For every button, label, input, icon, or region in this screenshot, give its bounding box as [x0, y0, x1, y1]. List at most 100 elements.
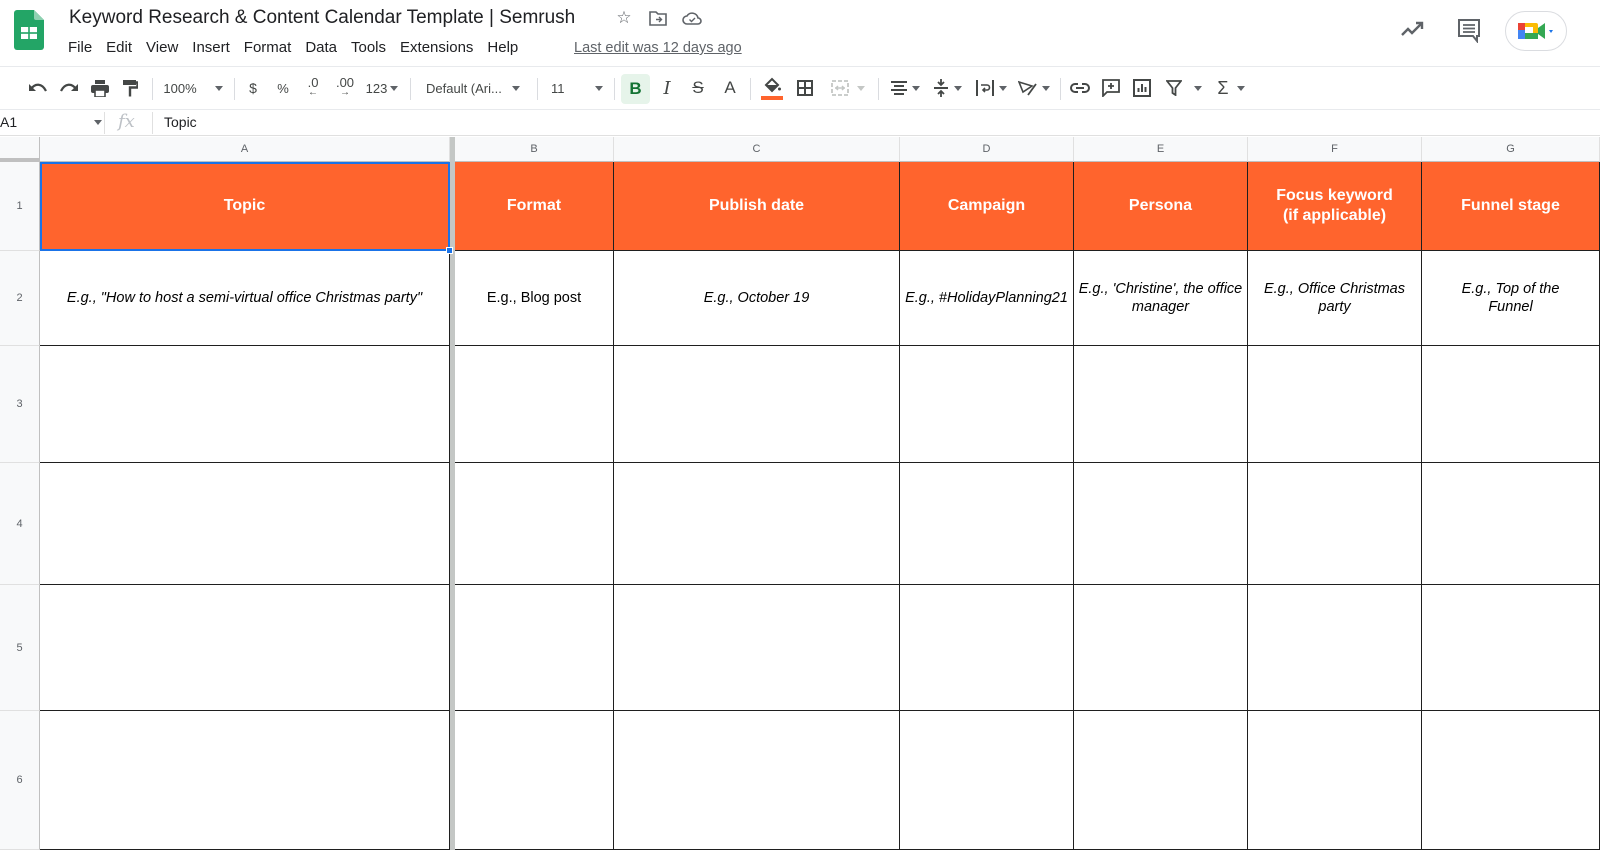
cell-d3[interactable] — [900, 346, 1074, 463]
cell-d5[interactable] — [900, 585, 1074, 711]
cell-d2-example[interactable]: E.g., #HolidayPlanning21 — [900, 251, 1074, 346]
cell-a2-example[interactable]: E.g., "How to host a semi-virtual office… — [40, 251, 450, 346]
chevron-down-icon[interactable] — [94, 120, 102, 125]
google-sheets-logo-icon[interactable] — [14, 10, 44, 50]
comments-icon[interactable] — [1456, 17, 1482, 43]
cell-e2-example[interactable]: E.g., 'Christine', the office manager — [1074, 251, 1248, 346]
cell-e5[interactable] — [1074, 585, 1248, 711]
cell-f6[interactable] — [1248, 711, 1422, 850]
cell-e3[interactable] — [1074, 346, 1248, 463]
print-button[interactable] — [88, 67, 112, 109]
fill-handle[interactable] — [446, 247, 453, 254]
cell-d1-campaign-header[interactable]: Campaign — [900, 162, 1074, 251]
cell-c3[interactable] — [614, 346, 900, 463]
fill-color-button[interactable] — [760, 67, 784, 109]
row-header-1[interactable]: 1 — [0, 162, 40, 251]
cell-g6[interactable] — [1422, 711, 1600, 850]
column-header-g[interactable]: G — [1422, 137, 1600, 162]
last-edit-link[interactable]: Last edit was 12 days ago — [574, 40, 742, 56]
row-header-4[interactable]: 4 — [0, 463, 40, 585]
cell-a1-topic-header[interactable]: Topic — [40, 162, 450, 251]
italic-button[interactable]: I — [656, 67, 678, 109]
cell-c4[interactable] — [614, 463, 900, 585]
cell-c6[interactable] — [614, 711, 900, 850]
column-header-b[interactable]: B — [455, 137, 614, 162]
menu-tools[interactable]: Tools — [351, 39, 394, 56]
cell-d6[interactable] — [900, 711, 1074, 850]
menu-file[interactable]: File — [68, 39, 100, 56]
percent-format-button[interactable]: % — [273, 67, 293, 109]
decrease-decimal-button[interactable]: .0 ← — [301, 67, 325, 109]
menu-edit[interactable]: Edit — [106, 39, 140, 56]
menu-format[interactable]: Format — [244, 39, 300, 56]
menu-insert[interactable]: Insert — [192, 39, 238, 56]
cell-c5[interactable] — [614, 585, 900, 711]
zoom-select[interactable]: 100% — [160, 67, 226, 109]
cell-c1-publish-date-header[interactable]: Publish date — [614, 162, 900, 251]
menu-data[interactable]: Data — [305, 39, 345, 56]
cell-b4[interactable] — [455, 463, 614, 585]
horizontal-align-button[interactable] — [886, 67, 924, 109]
column-header-a[interactable]: A — [40, 137, 450, 162]
font-family-select[interactable]: Default (Ari... — [420, 67, 530, 109]
cell-a4[interactable] — [40, 463, 450, 585]
merge-cells-button[interactable] — [826, 67, 870, 109]
text-wrapping-button[interactable] — [972, 67, 1010, 109]
cell-e4[interactable] — [1074, 463, 1248, 585]
insert-link-button[interactable] — [1068, 67, 1092, 109]
row-header-6[interactable]: 6 — [0, 711, 40, 850]
increase-decimal-button[interactable]: .00 → — [331, 67, 359, 109]
cell-d4[interactable] — [900, 463, 1074, 585]
borders-button[interactable] — [794, 67, 816, 109]
undo-button[interactable] — [26, 67, 50, 109]
functions-button[interactable]: Σ — [1212, 67, 1250, 109]
cell-b6[interactable] — [455, 711, 614, 850]
menu-help[interactable]: Help — [487, 39, 526, 56]
activity-trend-icon[interactable] — [1400, 18, 1426, 40]
cell-e6[interactable] — [1074, 711, 1248, 850]
cloud-saved-icon[interactable] — [682, 8, 702, 28]
text-color-button[interactable]: A — [719, 67, 741, 109]
currency-format-button[interactable]: $ — [243, 67, 263, 109]
cell-b2-example[interactable]: E.g., Blog post — [455, 251, 614, 346]
cell-f1-focus-keyword-header[interactable]: Focus keyword (if applicable) — [1248, 162, 1422, 251]
cell-a3[interactable] — [40, 346, 450, 463]
strikethrough-button[interactable]: S — [687, 67, 709, 109]
menu-extensions[interactable]: Extensions — [400, 39, 481, 56]
bold-button[interactable]: B — [621, 74, 650, 104]
cell-f2-example[interactable]: E.g., Office Christmas party — [1248, 251, 1422, 346]
insert-chart-button[interactable] — [1130, 67, 1154, 109]
cell-b3[interactable] — [455, 346, 614, 463]
paint-format-button[interactable] — [118, 67, 142, 109]
insert-comment-button[interactable] — [1099, 67, 1123, 109]
vertical-align-button[interactable] — [930, 67, 966, 109]
cell-f4[interactable] — [1248, 463, 1422, 585]
cell-g1-funnel-stage-header[interactable]: Funnel stage — [1422, 162, 1600, 251]
cell-b1-format-header[interactable]: Format — [455, 162, 614, 251]
row-header-5[interactable]: 5 — [0, 585, 40, 711]
cell-e1-persona-header[interactable]: Persona — [1074, 162, 1248, 251]
cell-c2-example[interactable]: E.g., October 19 — [614, 251, 900, 346]
select-all-corner[interactable] — [0, 137, 40, 162]
text-rotation-button[interactable] — [1014, 67, 1054, 109]
cell-g3[interactable] — [1422, 346, 1600, 463]
menu-view[interactable]: View — [146, 39, 186, 56]
cell-g2-example[interactable]: E.g., Top of the Funnel — [1422, 251, 1600, 346]
cell-g4[interactable] — [1422, 463, 1600, 585]
star-icon[interactable]: ☆ — [614, 8, 634, 28]
frozen-column-divider[interactable] — [450, 137, 455, 850]
font-size-select[interactable]: 11 — [545, 67, 609, 109]
cell-g5[interactable] — [1422, 585, 1600, 711]
row-header-2[interactable]: 2 — [0, 251, 40, 346]
name-box[interactable]: A1 — [0, 114, 17, 130]
column-header-d[interactable]: D — [900, 137, 1074, 162]
google-meet-button[interactable] — [1505, 11, 1567, 51]
cell-a6[interactable] — [40, 711, 450, 850]
cell-a5[interactable] — [40, 585, 450, 711]
column-header-e[interactable]: E — [1074, 137, 1248, 162]
formula-input[interactable]: Topic — [164, 114, 197, 130]
redo-button[interactable] — [57, 67, 81, 109]
cell-f5[interactable] — [1248, 585, 1422, 711]
column-header-f[interactable]: F — [1248, 137, 1422, 162]
row-header-3[interactable]: 3 — [0, 346, 40, 463]
